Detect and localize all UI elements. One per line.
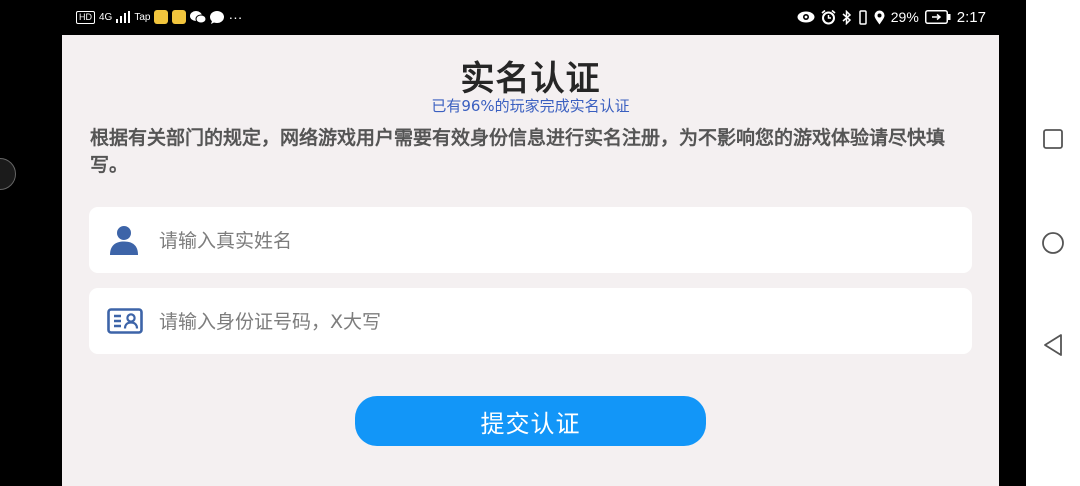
circle-icon — [1042, 232, 1064, 254]
id-number-field[interactable] — [89, 288, 972, 354]
taptap-icon: Tap — [134, 11, 151, 23]
message-icon — [210, 10, 225, 24]
hd-icon: HD — [76, 10, 95, 24]
app-icon — [172, 10, 187, 24]
alarm-icon — [821, 9, 836, 24]
more-notifications: ··· — [228, 9, 243, 25]
square-icon — [1043, 129, 1063, 149]
clock: 2:17 — [956, 8, 986, 26]
wechat-icon — [190, 10, 207, 23]
floating-assistant-bubble[interactable] — [0, 158, 16, 190]
navigation-bar — [1026, 0, 1080, 486]
person-icon — [110, 226, 138, 255]
status-bar-right: 29% 2:17 — [797, 8, 986, 26]
name-input[interactable] — [157, 223, 951, 259]
name-field[interactable] — [89, 207, 972, 273]
back-triangle-icon — [1044, 334, 1062, 356]
id-card-icon — [107, 308, 143, 334]
app-icon — [154, 10, 169, 24]
vibrate-icon — [859, 9, 867, 25]
battery-percent: 29% — [890, 9, 919, 25]
dialog-title: 实名认证 — [460, 59, 601, 99]
battery-icon — [924, 10, 951, 24]
recent-apps-button[interactable] — [1038, 124, 1068, 154]
status-bar: HD 4G Tap ··· 29% 2:17 — [0, 0, 1026, 34]
home-button[interactable] — [1038, 228, 1068, 258]
status-bar-left: HD 4G Tap ··· — [76, 8, 242, 26]
dialog-description: 根据有关部门的规定，网络游戏用户需要有效身份信息进行实名注册，为不影响您的游戏体… — [90, 127, 946, 176]
bluetooth-icon — [842, 9, 851, 25]
real-name-auth-dialog: 实名认证 已有96%的玩家完成实名认证 根据有关部门的规定，网络游戏用户需要有效… — [62, 35, 999, 486]
signal-icon — [116, 11, 131, 23]
submit-auth-button[interactable]: 提交认证 — [355, 396, 706, 446]
network-type: 4G — [99, 11, 113, 23]
dialog-subtitle: 已有96%的玩家完成实名认证 — [431, 97, 630, 115]
eye-icon — [797, 11, 815, 23]
back-button[interactable] — [1038, 330, 1068, 360]
location-icon — [874, 10, 885, 24]
id-number-input[interactable] — [157, 304, 951, 340]
